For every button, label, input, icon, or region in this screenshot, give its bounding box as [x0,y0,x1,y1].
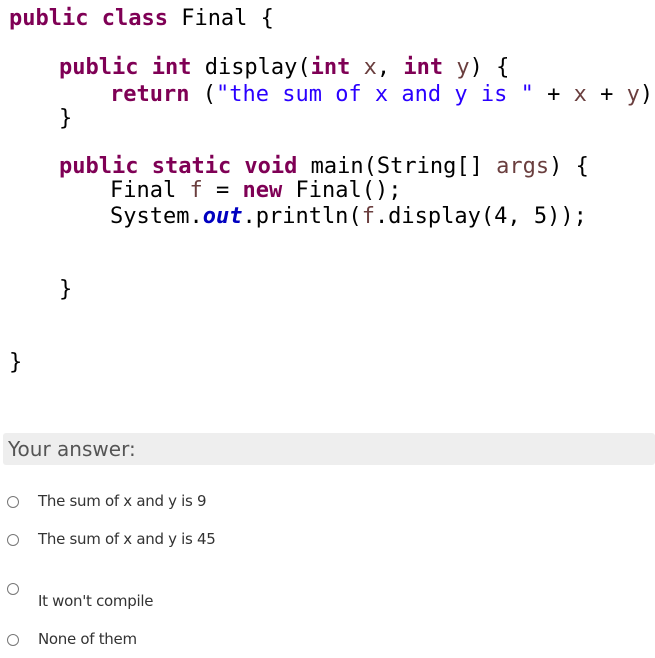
code-line: public int display(int x, int y) { [59,55,510,80]
radio-button[interactable] [7,496,19,508]
answer-header: Your answer: [3,433,655,465]
radio-button[interactable] [7,534,19,546]
code-line: public static void main(String[] args) { [59,154,589,179]
radio-button[interactable] [7,583,19,595]
option-label: The sum of x and y is 45 [38,530,216,548]
code-image: public class Final { public int display(… [0,0,655,420]
code-line: public class Final { [9,6,274,31]
radio-button[interactable] [7,634,19,646]
code-line: return ("the sum of x and y is " + x + y… [110,82,655,107]
code-line: } [9,350,23,375]
code-line: } [59,106,73,131]
code-line: } [59,277,73,302]
code-line: System.out.println(f.display(4, 5)); [110,204,587,229]
code-line: Final f = new Final(); [110,178,402,203]
option-label: None of them [38,630,137,648]
option-label: The sum of x and y is 9 [38,492,207,510]
option-label: It won't compile [38,592,154,610]
